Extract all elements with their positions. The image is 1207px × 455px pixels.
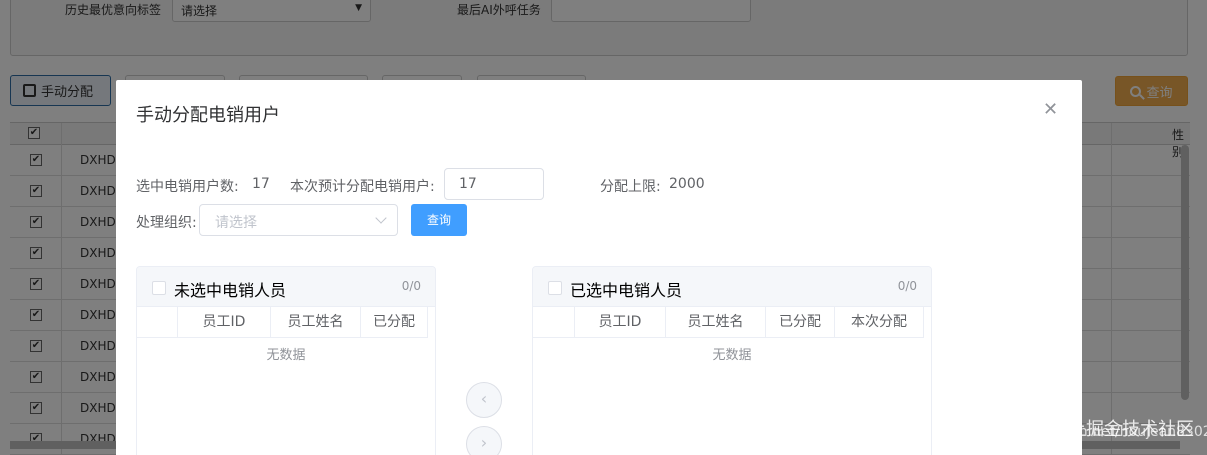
panel-header: 未选中电销人员 0/0 <box>137 267 435 307</box>
column-header-row: 员工ID 员工姓名 已分配 本次分配 <box>533 307 924 338</box>
empty-text: 无数据 <box>712 348 752 363</box>
panel-count: 0/0 <box>401 279 421 293</box>
org-select[interactable]: 请选择 <box>199 204 398 236</box>
column-staff-name[interactable]: 员工姓名 <box>666 307 766 337</box>
panel-select-all-checkbox[interactable] <box>152 281 166 295</box>
selected-count-label: 选中电销用户数: <box>136 179 239 195</box>
panel-title: 已选中电销人员 <box>570 281 683 300</box>
org-select-placeholder: 请选择 <box>215 215 257 231</box>
manual-assign-dialog: 手动分配电销用户 ✕ 选中电销用户数: 17 本次预计分配电销用户: 17 分配… <box>116 80 1082 455</box>
column-staff-name[interactable]: 员工姓名 <box>271 307 361 337</box>
column-checkbox <box>533 307 575 337</box>
unselected-staff-panel: 未选中电销人员 0/0 员工ID 员工姓名 已分配 无数据 <box>136 266 436 455</box>
selected-staff-panel: 已选中电销人员 0/0 员工ID 员工姓名 已分配 本次分配 无数据 <box>532 266 932 455</box>
selected-count-value: 17 <box>252 176 270 192</box>
chevron-right-icon[interactable]: › <box>466 426 502 455</box>
column-this-assign[interactable]: 本次分配 <box>835 307 924 337</box>
chevron-down-icon <box>375 212 387 224</box>
panel-header: 已选中电销人员 0/0 <box>533 267 931 307</box>
watermark-site: @稀土掘金技术社区 <box>1032 419 1194 440</box>
planned-count-label: 本次预计分配电销用户: <box>290 179 435 195</box>
close-icon[interactable]: ✕ <box>1043 100 1058 120</box>
chevron-left-icon[interactable]: ‹ <box>466 382 502 418</box>
watermark: https://blog.csdn.net/houjean830218 @稀土掘… <box>970 419 1207 440</box>
column-staff-id[interactable]: 员工ID <box>575 307 666 337</box>
column-assigned[interactable]: 已分配 <box>361 307 428 337</box>
query-button[interactable]: 查询 <box>411 204 467 236</box>
panel-title: 未选中电销人员 <box>174 281 287 300</box>
column-assigned[interactable]: 已分配 <box>766 307 835 337</box>
org-label: 处理组织: <box>136 215 197 231</box>
limit-label: 分配上限: <box>600 179 661 195</box>
planned-count-input[interactable]: 17 <box>444 168 544 200</box>
column-staff-id[interactable]: 员工ID <box>178 307 271 337</box>
panel-select-all-checkbox[interactable] <box>548 281 562 295</box>
dialog-title: 手动分配电销用户 <box>136 105 280 126</box>
limit-value: 2000 <box>669 176 705 192</box>
panel-count: 0/0 <box>897 279 917 293</box>
column-header-row: 员工ID 员工姓名 已分配 <box>137 307 428 338</box>
empty-text: 无数据 <box>266 348 306 363</box>
column-checkbox <box>137 307 178 337</box>
